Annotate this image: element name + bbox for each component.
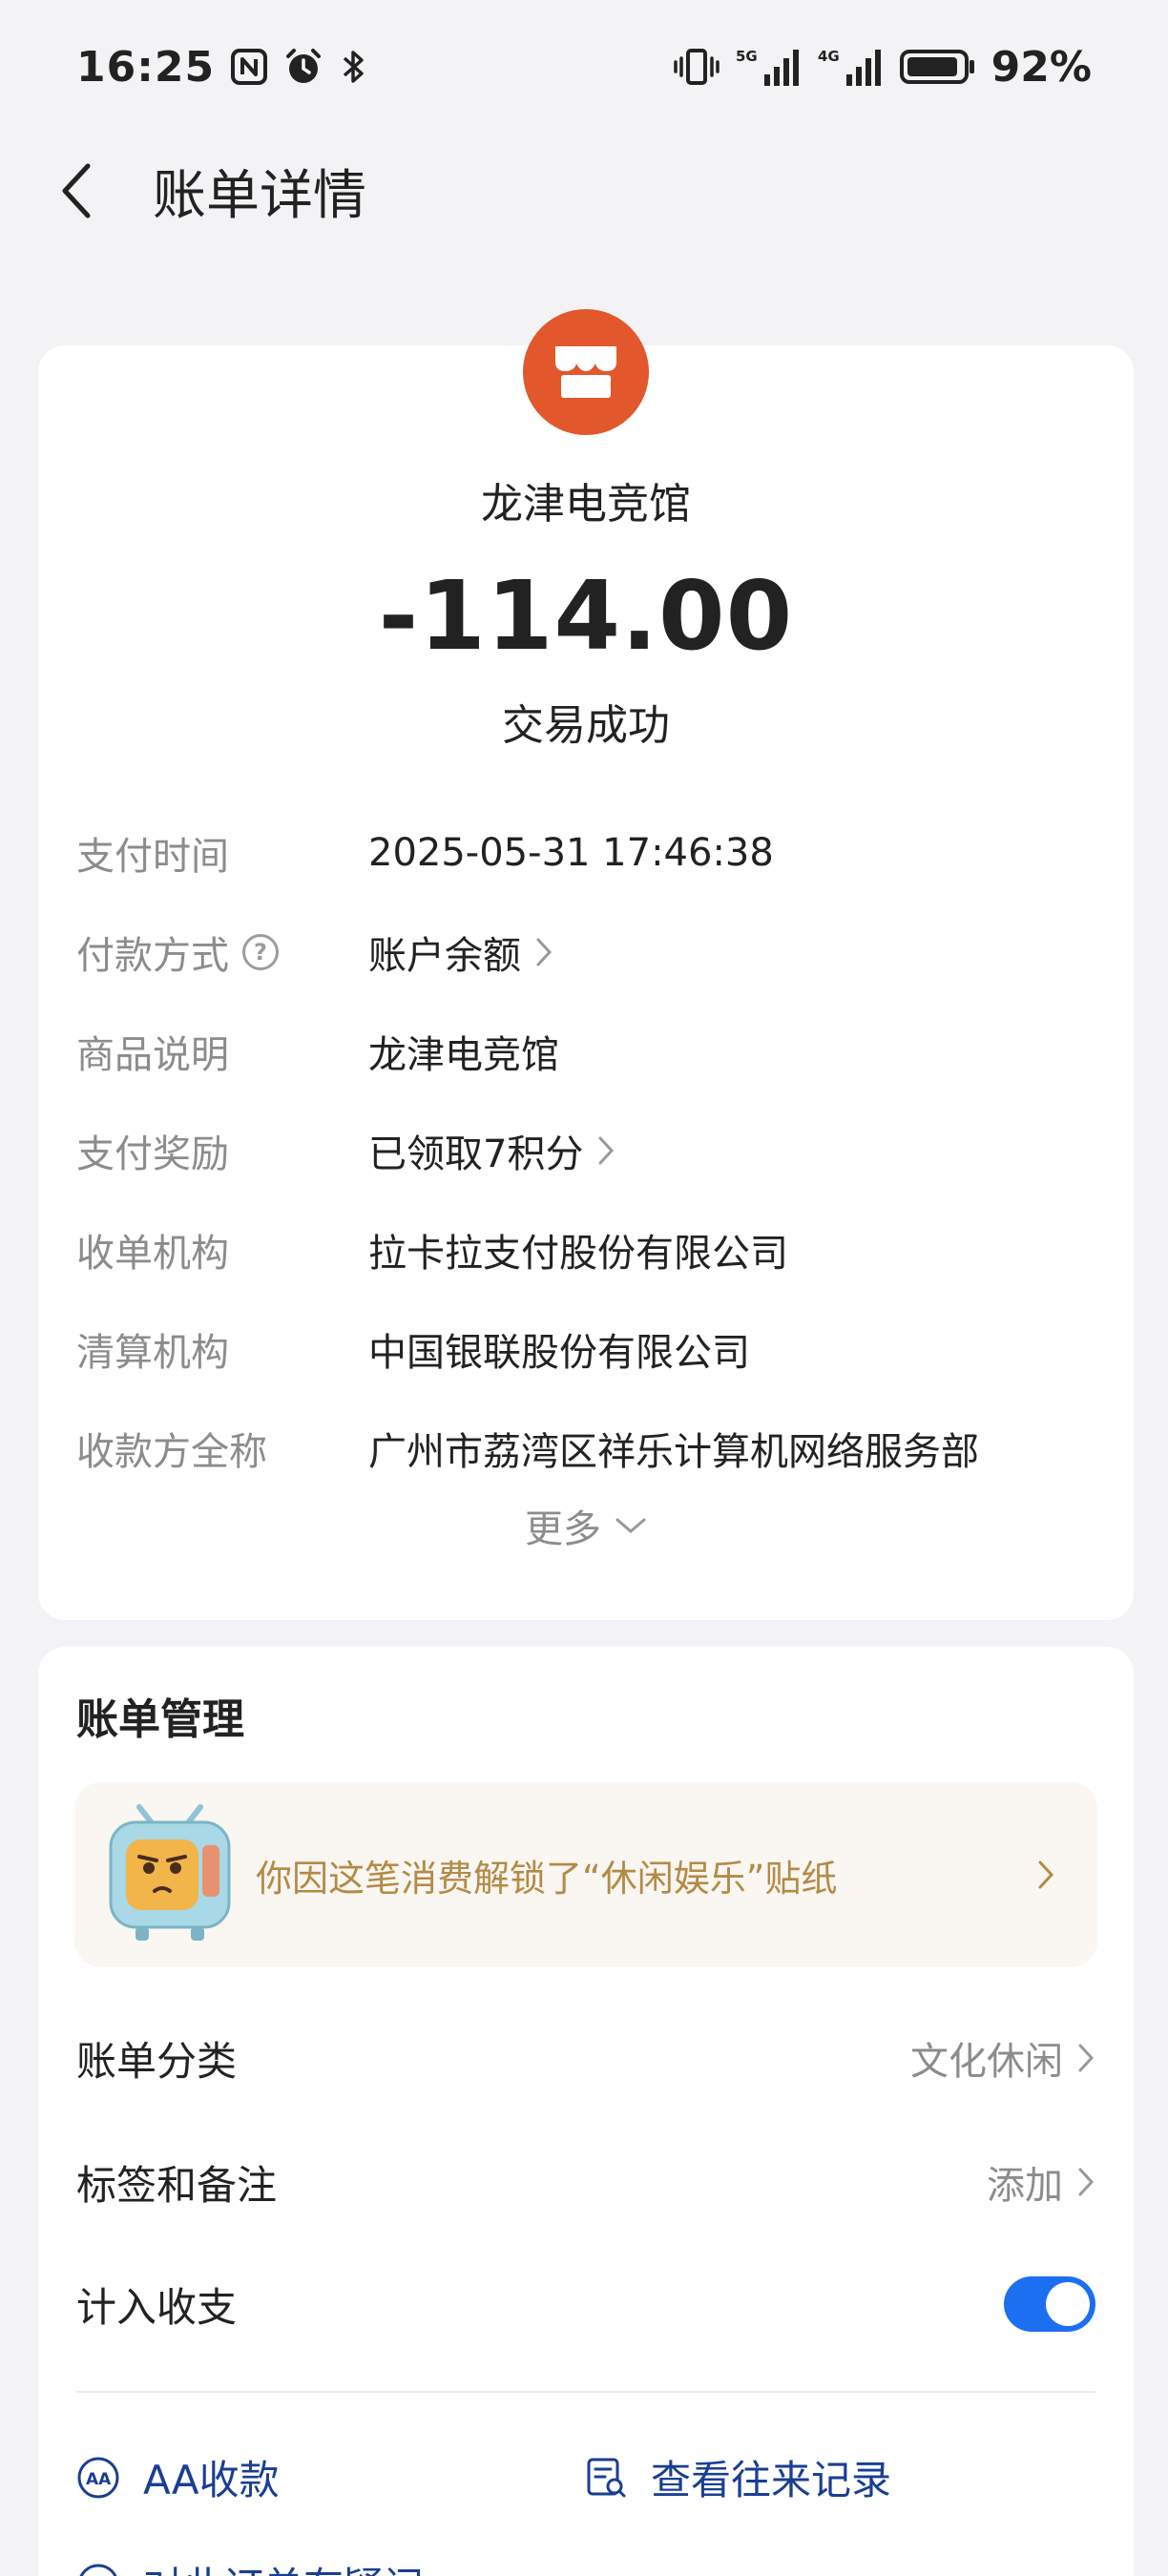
detail-value: 龙津电竞馆 [368,1033,559,1077]
detail-label: 收款方全称 [76,1430,267,1474]
tags-value: 添加 [987,2154,1095,2210]
transaction-card: 龙津电竞馆 -114.00 交易成功 支付时间 2025-05-31 17:46… [38,309,1134,1620]
detail-value: 已领取7积分 [368,1132,584,1176]
include-toggle[interactable] [1004,2276,1095,2332]
aa-label: AA收款 [143,2457,280,2503]
detail-label: 收单机构 [76,1232,229,1276]
reward-link[interactable]: 已领取7积分 [368,1123,615,1178]
chevron-right-icon [598,1136,615,1165]
include-income-row: 计入收支 [76,2261,1095,2347]
bill-manage-card: 账单管理 你因这笔消费解锁了“休闲娱乐”贴纸 账单分类 文化休闲 标签和备注 添… [38,1647,1134,2576]
nfc-icon [230,48,268,86]
header: 账单详情 [0,134,1168,248]
page-title: 账单详情 [153,164,366,227]
detail-value: 中国银联股份有限公司 [368,1331,750,1375]
detail-label: 支付时间 [76,835,229,879]
manage-label: 计入收支 [76,2283,238,2331]
chevron-right-icon [1078,2168,1095,2196]
divider [76,2391,1095,2393]
detail-row-clearing: 清算机构 中国银联股份有限公司 [76,1311,1095,1387]
tv-sticker-icon [109,1804,231,1941]
bluetooth-icon [339,47,367,87]
more-button[interactable]: 更多 [38,1498,1134,1553]
transaction-amount: -114.00 [378,560,794,672]
status-right: 5G 4G 92% [673,43,1092,92]
chevron-right-icon [536,938,553,966]
battery-percent: 92% [991,42,1092,92]
store-icon [555,346,616,398]
vibrate-icon [673,47,720,87]
detail-label: 付款方式 [76,934,229,978]
detail-row-product: 商品说明 龙津电竞馆 [76,1013,1095,1090]
svg-text:4G: 4G [818,48,840,65]
signal-4g-icon: 4G [818,46,885,88]
detail-row-payee: 收款方全称 广州市荔湾区祥乐计算机网络服务部 [76,1410,1095,1486]
svg-text:AA: AA [86,2470,112,2489]
status-left: 16:25 [76,43,367,92]
detail-value: 拉卡拉支付股份有限公司 [368,1232,788,1276]
back-arrow-icon [62,163,91,218]
more-label: 更多 [525,1507,601,1551]
detail-row-pay-method: 付款方式 ? 账户余额 [76,914,1095,990]
detail-row-pay-time: 支付时间 2025-05-31 17:46:38 [76,815,1095,891]
detail-label-wrap: 付款方式 ? [76,924,368,980]
detail-row-acquirer: 收单机构 拉卡拉支付股份有限公司 [76,1212,1095,1288]
aa-icon: AA [77,2457,119,2498]
record-icon [587,2458,626,2497]
question-icon [79,2564,117,2576]
merchant-logo [523,309,649,435]
merchant-name: 龙津电竞馆 [481,480,691,529]
section-title: 账单管理 [76,1695,244,1744]
pay-method-link[interactable]: 账户余额 [368,924,553,980]
detail-value: 广州市荔湾区祥乐计算机网络服务部 [368,1430,979,1474]
detail-label: 商品说明 [76,1033,229,1077]
signal-5g-icon: 5G [736,46,803,88]
chevron-down-icon [615,1518,646,1533]
manage-label: 账单分类 [76,2037,238,2085]
sticker-text: 你因这笔消费解锁了“休闲娱乐”贴纸 [256,1857,838,1900]
detail-label: 清算机构 [76,1331,229,1375]
aa-collect-button[interactable]: AA AA收款 [76,2448,280,2506]
status-time: 16:25 [76,42,216,92]
chevron-right-icon [1038,1860,1054,1889]
status-bar: 16:25 5G 4G 92% [0,0,1168,134]
svg-text:5G: 5G [736,48,758,65]
battery-icon [899,47,976,87]
detail-value: 2025-05-31 17:46:38 [368,831,774,875]
detail-value: 账户余额 [368,934,521,978]
category-value: 文化休闲 [910,2030,1095,2086]
transaction-status: 交易成功 [502,701,670,750]
alarm-icon [283,47,323,87]
toggle-knob [1046,2282,1090,2326]
question-button[interactable]: 对此订单有疑问 [76,2555,424,2576]
detail-label: 支付奖励 [76,1132,229,1176]
manage-value: 文化休闲 [910,2040,1063,2084]
history-label: 查看往来记录 [651,2457,892,2503]
detail-row-reward: 支付奖励 已领取7积分 [76,1112,1095,1189]
manage-value: 添加 [987,2164,1063,2208]
help-icon[interactable]: ? [242,934,279,970]
view-history-button[interactable]: 查看往来记录 [584,2448,891,2506]
tags-notes-row[interactable]: 标签和备注 添加 [76,2139,1095,2225]
question-label: 对此订单有疑问 [143,2555,424,2576]
back-button[interactable] [38,153,115,229]
sticker-banner[interactable]: 你因这笔消费解锁了“休闲娱乐”贴纸 [74,1782,1097,1967]
manage-label: 标签和备注 [76,2161,278,2209]
bill-category-row[interactable]: 账单分类 文化休闲 [76,2015,1095,2101]
chevron-right-icon [1078,2044,1095,2072]
